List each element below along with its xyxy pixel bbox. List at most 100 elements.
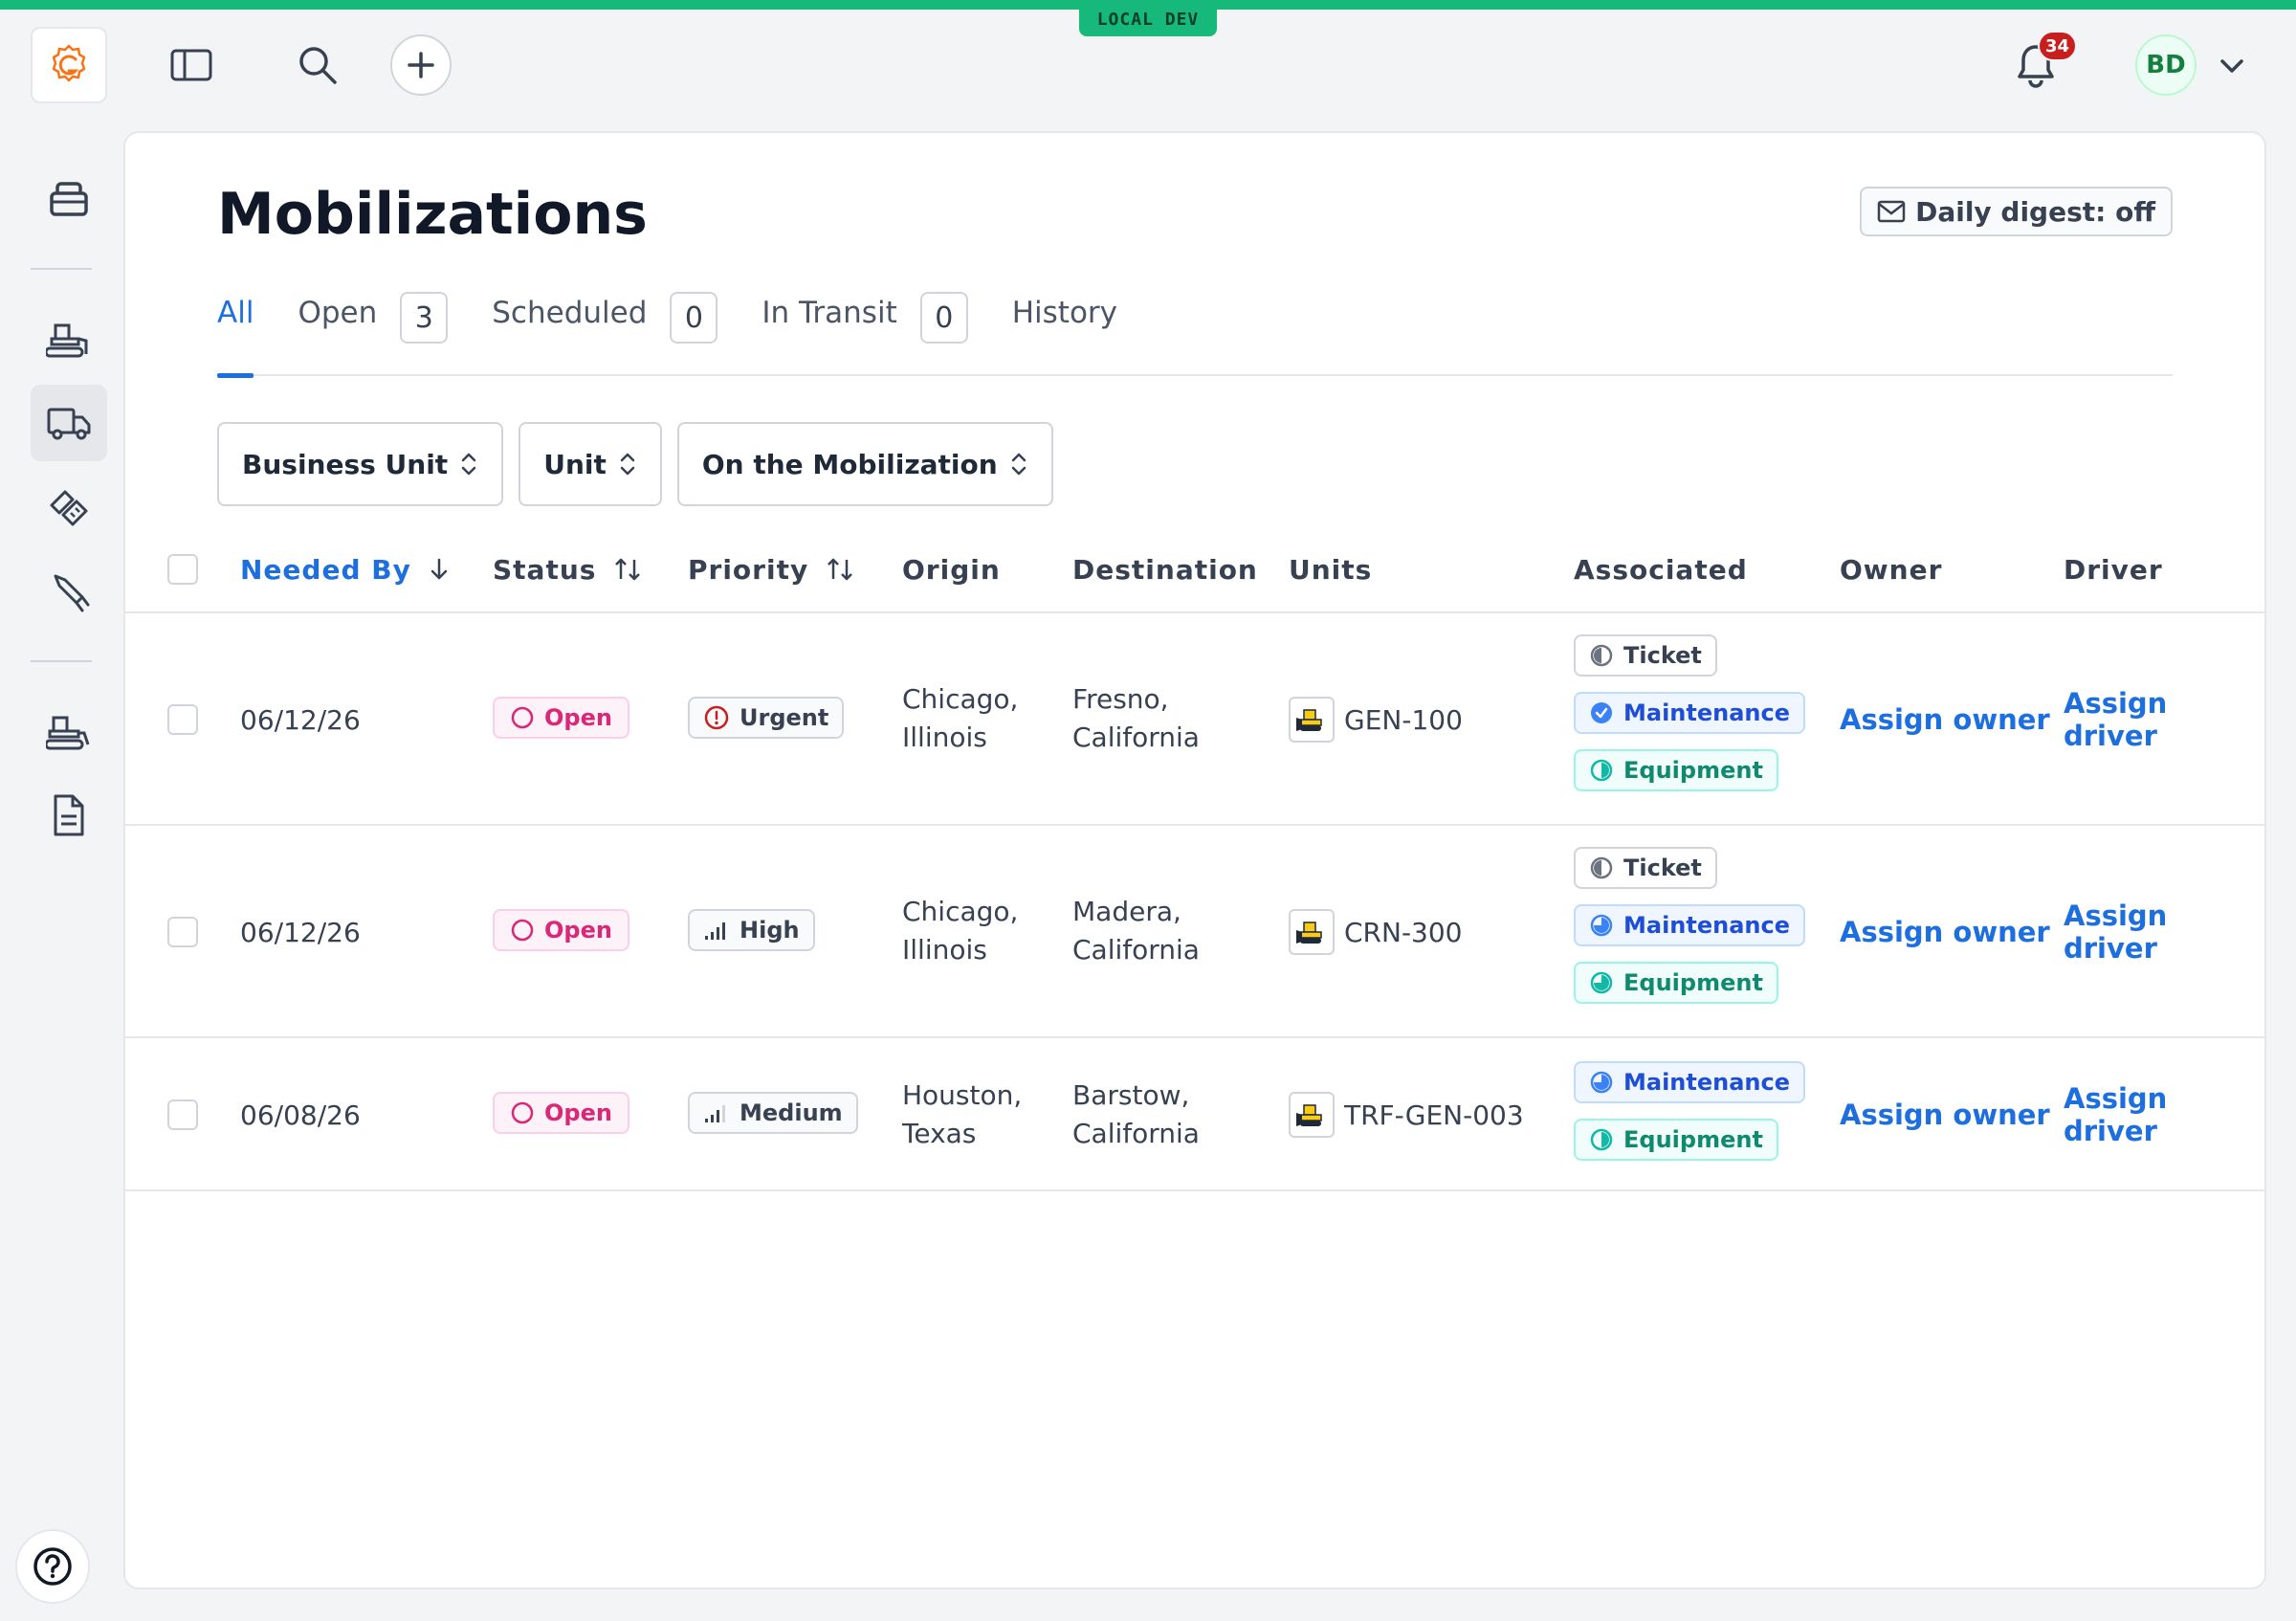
tab-open[interactable]: Open 3 [298,286,449,376]
assign-owner-link[interactable]: Assign owner [1840,699,2050,740]
tab-all[interactable]: All [217,286,254,378]
assign-driver-link[interactable]: Assign driver [2064,1082,2264,1147]
tool-icon [54,574,90,612]
inventory-icon [50,182,88,216]
column-priority[interactable]: Priority [688,525,854,613]
needed-by-date: 06/08/26 [240,1099,361,1131]
assign-driver-link[interactable]: Assign driver [2064,687,2264,752]
mail-icon [1877,200,1906,223]
tab-in-transit[interactable]: In Transit 0 [762,286,968,376]
needed-by-date: 06/12/26 [240,916,361,948]
sidebar-toggle-button[interactable] [165,42,218,88]
search-button[interactable] [291,38,344,92]
signal-medium-icon [705,1105,725,1122]
select-all-checkbox[interactable] [167,554,198,585]
progress-circle-icon [1590,971,1613,994]
assign-driver-link[interactable]: Assign driver [2064,899,2264,965]
help-button[interactable] [15,1529,90,1604]
row-checkbox[interactable] [167,917,198,947]
wrench-ruler-icon [50,490,88,526]
table-row[interactable]: 06/12/26 Open High Chicago, Illinois Made… [125,826,2264,1038]
sidebar-item-equipment[interactable] [31,300,107,377]
user-avatar[interactable]: BD [2135,34,2197,96]
associated-equipment[interactable]: Equipment [1574,962,1778,1004]
origin-state: Illinois [902,722,987,753]
associated-maintenance[interactable]: Maintenance [1574,904,1806,946]
associated-equipment[interactable]: Equipment [1574,1119,1778,1161]
app-logo[interactable] [31,27,107,103]
filter-label: Unit [543,448,607,480]
status-open-icon [511,1101,534,1124]
destination: Fresno, California [1072,680,1235,757]
status-cell: Open [493,909,629,951]
column-needed-by[interactable]: Needed By [240,525,450,613]
account-menu-chevron[interactable] [2216,50,2248,82]
filter-label: Business Unit [242,448,449,480]
destination-state: California [1072,1118,1200,1149]
tab-count: 3 [400,292,449,344]
column-status[interactable]: Status [493,525,642,613]
half-circle-icon [1590,1128,1613,1151]
truck-icon [47,408,91,440]
urgent-alert-icon [704,705,729,730]
unit-thumbnail [1289,909,1335,955]
column-label: Owner [1840,553,1943,586]
sidebar-item-maintenance[interactable] [31,469,107,545]
associated-equipment[interactable]: Equipment [1574,749,1778,791]
associated-label: Maintenance [1623,1069,1791,1096]
priority-label: Medium [740,1099,843,1126]
unit-cell[interactable]: TRF-GEN-003 [1289,1092,1524,1138]
associated-ticket[interactable]: Ticket [1574,634,1717,677]
status-label: Open [544,917,612,944]
status-label: Open [544,704,612,731]
associated-maintenance[interactable]: Maintenance [1574,692,1806,734]
sidebar-item-inventory[interactable] [31,161,107,237]
add-button[interactable] [390,34,452,96]
sidebar-item-fleet[interactable] [31,693,107,769]
tab-history[interactable]: History [1012,286,1117,376]
filter-bar: Business Unit Unit On the Mobilization [217,422,1053,506]
origin: Chicago, Illinois [902,893,1065,969]
associated-label: Ticket [1623,855,1702,881]
unit-thumbnail [1289,1092,1335,1138]
priority-badge: Medium [688,1092,858,1134]
sidebar-item-documents[interactable] [31,777,107,854]
on-the-mobilization-filter[interactable]: On the Mobilization [676,422,1053,506]
column-label: Status [493,553,597,586]
daily-digest-button[interactable]: Daily digest: off [1860,187,2173,236]
unit-filter[interactable]: Unit [519,422,662,506]
column-label: Driver [2064,553,2163,586]
table-row[interactable]: 06/12/26 Open Urgent Chicago, Illinois Fr… [125,613,2264,826]
assign-owner-link[interactable]: Assign owner [1840,1095,2050,1135]
column-owner: Owner [1840,525,1942,613]
chevron-up-down-icon [620,453,635,476]
progress-circle-icon [1590,1071,1613,1094]
unit-label: GEN-100 [1344,703,1463,736]
status-open-icon [511,706,534,729]
associated-label: Equipment [1623,757,1763,784]
unit-label: CRN-300 [1344,916,1463,948]
row-checkbox[interactable] [167,704,198,735]
unit-cell[interactable]: GEN-100 [1289,697,1463,743]
associated-maintenance[interactable]: Maintenance [1574,1061,1806,1103]
status-badge: Open [493,1092,629,1134]
progress-circle-icon [1590,914,1613,937]
associated-label: Equipment [1623,969,1763,996]
chevron-up-down-icon [1011,453,1026,476]
column-label: Associated [1574,553,1748,586]
assign-owner-link[interactable]: Assign owner [1840,912,2050,952]
business-unit-filter[interactable]: Business Unit [217,422,504,506]
tab-scheduled[interactable]: Scheduled 0 [492,286,718,376]
associated-ticket[interactable]: Ticket [1574,847,1717,889]
unit-cell[interactable]: CRN-300 [1289,909,1463,955]
table-row[interactable]: 06/08/26 Open Medium Houston, Texas Barst… [125,1038,2264,1191]
column-destination: Destination [1072,525,1258,613]
document-icon [54,794,84,836]
sidebar-item-tools[interactable] [31,553,107,630]
status-badge: Open [493,697,629,739]
row-checkbox[interactable] [167,1099,198,1130]
sidebar-item-mobilizations[interactable] [31,385,107,461]
help-circle-icon [33,1547,72,1586]
priority-label: High [740,917,800,944]
gear-logo-icon [52,44,86,82]
